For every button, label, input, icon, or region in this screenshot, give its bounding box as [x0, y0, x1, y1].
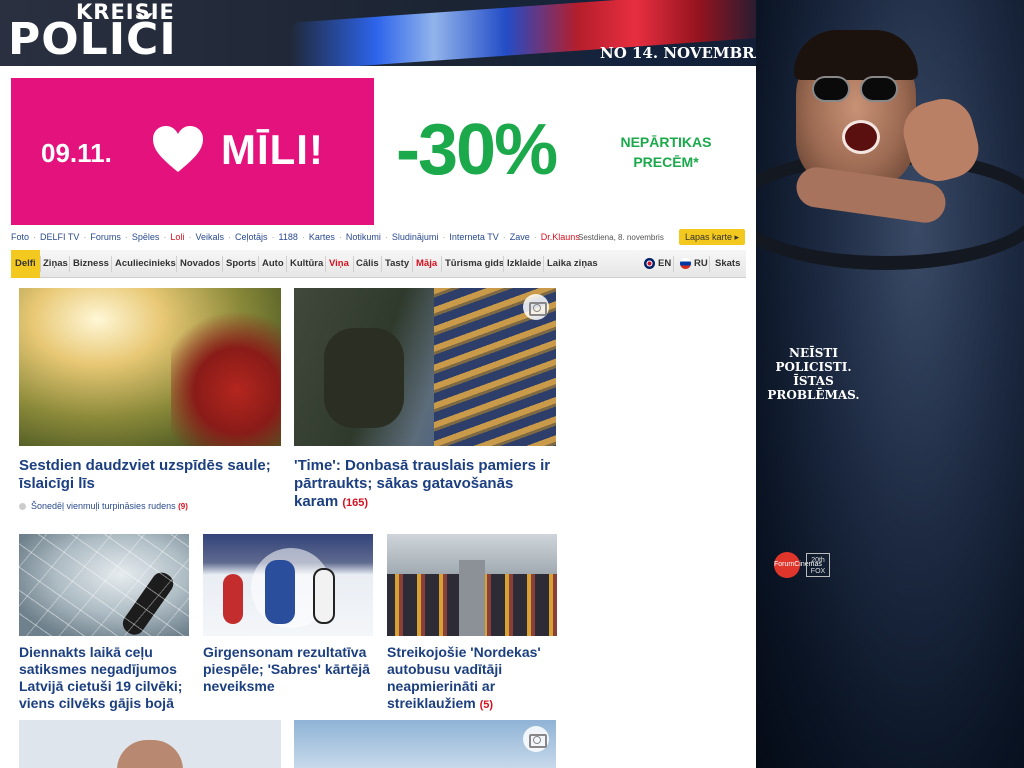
comment-count[interactable]: (9): [178, 502, 188, 511]
article-title[interactable]: Streikojošie 'Nordekas' autobusu vadītāj…: [387, 644, 557, 714]
toplink-foto[interactable]: Foto: [11, 232, 29, 242]
article-title[interactable]: 'Time': Donbasā trauslais pamiers ir pār…: [294, 457, 556, 512]
site-map-label: Lapas karte: [684, 232, 732, 242]
nav-zinas[interactable]: Ziņas: [43, 250, 68, 278]
article-title[interactable]: Diennakts laikā ceļu satiksmes negadījum…: [19, 644, 189, 712]
article-image-sky-landscape[interactable]: [294, 720, 556, 768]
site-map-button[interactable]: Lapas karte ▸: [679, 229, 745, 245]
lang-ru[interactable]: RU: [680, 250, 708, 278]
main-nav: Delfi Ziņas Bizness Aculiecinieks Novado…: [11, 250, 746, 278]
nav-laika-zinas[interactable]: Laika ziņas: [547, 250, 598, 278]
promo-discount[interactable]: -30%: [396, 110, 558, 190]
view-switcher[interactable]: Skats: [715, 250, 740, 278]
toplink-notikumi[interactable]: Notikumi: [346, 232, 381, 242]
fox-logo: 20th FOX: [806, 553, 830, 577]
toplink-sludinajumi[interactable]: Sludinājumi: [392, 232, 439, 242]
lang-en[interactable]: EN: [644, 250, 671, 278]
camera-icon: [523, 294, 549, 320]
play-arrow-icon: ▸: [734, 232, 740, 242]
toplink-1188[interactable]: 1188: [278, 232, 297, 242]
nav-novados[interactable]: Novados: [180, 250, 220, 278]
nav-sports[interactable]: Sports: [226, 250, 256, 278]
toplink-interneta-tv[interactable]: Interneta TV: [449, 232, 498, 242]
camera-icon: [523, 726, 549, 752]
mouth-graphic: [842, 120, 880, 154]
nav-calis[interactable]: Cālis: [356, 250, 379, 278]
promo-date: 09.11.: [41, 138, 112, 168]
uk-flag-icon: [644, 257, 655, 269]
man-hair-graphic: [794, 30, 918, 80]
article-card[interactable]: 'Time': Donbasā trauslais pamiers ir pār…: [294, 288, 556, 512]
bullet-icon: [19, 503, 26, 511]
nav-turisma-gids[interactable]: Tūrisma gids: [445, 250, 504, 278]
movie-tagline: NEĪSTI POLICISTI. ĪSTAS PROBLĒMAS.: [767, 346, 860, 402]
toplink-kartes[interactable]: Kartes: [309, 232, 335, 242]
skin-ad-right[interactable]: NEĪSTI POLICISTI. ĪSTAS PROBLĒMAS. Forum…: [756, 0, 1024, 768]
page-content: 09.11. MĪLI! -30% NEPĀRTIKAS PRECĒM* Fot…: [0, 66, 756, 768]
current-date: Sestdiena, 8. novembris: [578, 233, 664, 242]
article-image-man-portrait[interactable]: [19, 720, 281, 768]
movie-title-line2: POLIČI: [8, 14, 177, 65]
article-card[interactable]: [19, 720, 281, 768]
toplink-zave[interactable]: Zave: [510, 232, 530, 242]
heart-icon: [153, 126, 203, 172]
article-card[interactable]: Diennakts laikā ceļu satiksmes negadījum…: [19, 534, 189, 712]
article-image-hockey-players[interactable]: [203, 534, 373, 636]
article-image-sunlit-forest[interactable]: [19, 288, 281, 446]
toplink-loli[interactable]: Loli: [170, 232, 184, 242]
article-image-soldiers-ammo[interactable]: [294, 288, 556, 446]
nav-auto[interactable]: Auto: [262, 250, 284, 278]
promo-subtitle[interactable]: NEPĀRTIKAS PRECĒM*: [612, 132, 720, 172]
sunglasses-graphic: [812, 76, 902, 104]
nav-tasty[interactable]: Tasty: [385, 250, 409, 278]
article-card[interactable]: [294, 720, 556, 768]
toplink-delfi-tv[interactable]: DELFI TV: [40, 232, 79, 242]
comment-count[interactable]: (165): [342, 497, 368, 509]
toplink-forums[interactable]: Forums: [90, 232, 121, 242]
article-card[interactable]: Girgensonam rezultatīva piespēle; 'Sabre…: [203, 534, 373, 695]
nav-izklaide[interactable]: Izklaide: [507, 250, 541, 278]
nav-vina[interactable]: Viņa: [329, 250, 349, 278]
article-image-cracked-windshield[interactable]: [19, 534, 189, 636]
nav-kultura[interactable]: Kultūra: [290, 250, 323, 278]
russia-flag-icon: [680, 257, 691, 269]
nav-maja[interactable]: Māja: [416, 250, 437, 278]
article-title[interactable]: Girgensonam rezultatīva piespēle; 'Sabre…: [203, 644, 373, 695]
cinema-logo: ForumCinemas: [774, 552, 822, 578]
promo-banner[interactable]: 09.11. MĪLI!: [11, 78, 374, 225]
sponsor-logos: ForumCinemas20th FOX: [774, 552, 830, 578]
article-card[interactable]: Streikojošie 'Nordekas' autobusu vadītāj…: [387, 534, 557, 714]
toplink-celotajs[interactable]: Ceļotājs: [235, 232, 268, 242]
nav-delfi[interactable]: Delfi: [11, 250, 40, 278]
article-title[interactable]: Sestdien daudzviet uzspīdēs saule; īslai…: [19, 457, 281, 493]
comment-count[interactable]: (5): [480, 699, 493, 711]
movie-release-date: NO 14. NOVEMBRA: [600, 44, 767, 62]
toplink-drklauns[interactable]: Dr.Klauns: [541, 232, 580, 242]
toplink-veikals[interactable]: Veikals: [195, 232, 224, 242]
article-card[interactable]: Sestdien daudzviet uzspīdēs saule; īslai…: [19, 288, 281, 511]
related-article-link[interactable]: Šonedēļ vienmuļi turpināsies rudens (9): [19, 501, 281, 511]
nav-bizness[interactable]: Bizness: [73, 250, 109, 278]
nav-aculiecinieks[interactable]: Aculiecinieks: [115, 250, 176, 278]
toplink-speles[interactable]: Spēles: [132, 232, 160, 242]
promo-word: MĪLI!: [221, 126, 324, 173]
article-image-bus-interior[interactable]: [387, 534, 557, 636]
top-links-bar: Foto · DELFI TV · Forums · Spēles · Loli · Veikals…: [11, 229, 746, 248]
